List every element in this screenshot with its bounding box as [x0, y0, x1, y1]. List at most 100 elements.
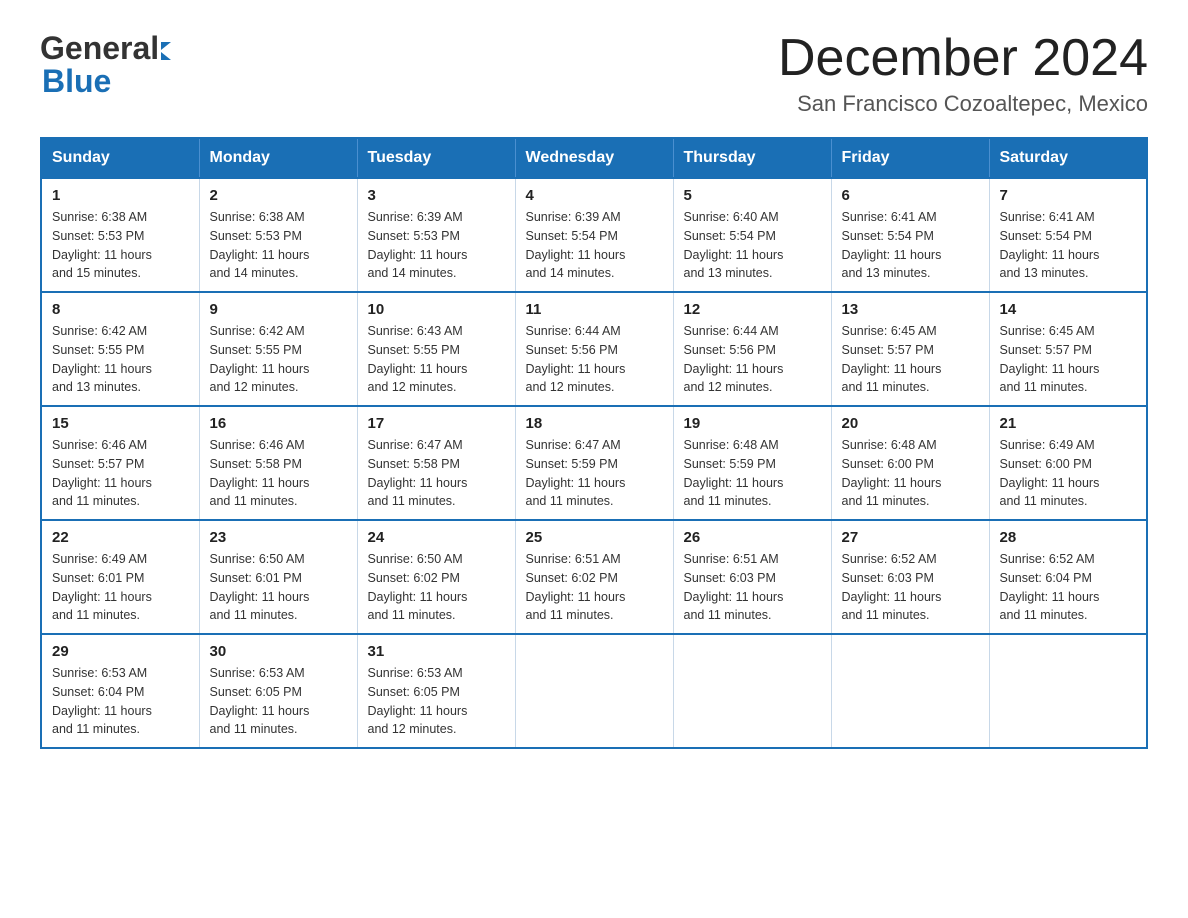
day-info: Sunrise: 6:41 AMSunset: 5:54 PMDaylight:…: [842, 208, 979, 283]
calendar-cell: 21 Sunrise: 6:49 AMSunset: 6:00 PMDayligh…: [989, 406, 1147, 520]
calendar-cell: [989, 634, 1147, 748]
day-number: 14: [1000, 301, 1137, 318]
calendar-cell: 27Sunrise: 6:52 AMSunset: 6:03 PMDayligh…: [831, 520, 989, 634]
calendar-cell: 5 Sunrise: 6:40 AMSunset: 5:54 PMDaylight…: [673, 178, 831, 292]
calendar-cell: 30Sunrise: 6:53 AMSunset: 6:05 PMDayligh…: [199, 634, 357, 748]
day-number: 25: [526, 529, 663, 546]
calendar-cell: 1 Sunrise: 6:38 AMSunset: 5:53 PMDaylight…: [41, 178, 199, 292]
day-info: Sunrise: 6:44 AMSunset: 5:56 PMDaylight:…: [526, 322, 663, 397]
location-title: San Francisco Cozoaltepec, Mexico: [778, 91, 1148, 117]
day-number: 28: [1000, 529, 1137, 546]
calendar-table: SundayMondayTuesdayWednesdayThursdayFrid…: [40, 137, 1148, 749]
day-number: 29: [52, 643, 189, 660]
day-info: Sunrise: 6:48 AMSunset: 6:00 PMDaylight:…: [842, 436, 979, 511]
calendar-cell: 6Sunrise: 6:41 AMSunset: 5:54 PMDaylight…: [831, 178, 989, 292]
day-number: 19: [684, 415, 821, 432]
day-info: Sunrise: 6:53 AMSunset: 6:04 PMDaylight:…: [52, 664, 189, 739]
calendar-week-row: 15 Sunrise: 6:46 AMSunset: 5:57 PMDayligh…: [41, 406, 1147, 520]
calendar-cell: [515, 634, 673, 748]
calendar-cell: 17 Sunrise: 6:47 AMSunset: 5:58 PMDayligh…: [357, 406, 515, 520]
calendar-cell: 18 Sunrise: 6:47 AMSunset: 5:59 PMDayligh…: [515, 406, 673, 520]
day-number: 22: [52, 529, 189, 546]
calendar-cell: 24 Sunrise: 6:50 AMSunset: 6:02 PMDayligh…: [357, 520, 515, 634]
day-info: Sunrise: 6:51 AMSunset: 6:02 PMDaylight:…: [526, 550, 663, 625]
logo: General Blue: [40, 30, 171, 100]
day-number: 5: [684, 187, 821, 204]
calendar-cell: [673, 634, 831, 748]
day-number: 4: [526, 187, 663, 204]
header-thursday: Thursday: [673, 138, 831, 178]
day-number: 9: [210, 301, 347, 318]
day-info: Sunrise: 6:44 AMSunset: 5:56 PMDaylight:…: [684, 322, 821, 397]
calendar-cell: [831, 634, 989, 748]
day-info: Sunrise: 6:50 AMSunset: 6:02 PMDaylight:…: [368, 550, 505, 625]
day-info: Sunrise: 6:43 AMSunset: 5:55 PMDaylight:…: [368, 322, 505, 397]
calendar-cell: 31 Sunrise: 6:53 AMSunset: 6:05 PMDayligh…: [357, 634, 515, 748]
header-wednesday: Wednesday: [515, 138, 673, 178]
calendar-cell: 13 Sunrise: 6:45 AMSunset: 5:57 PMDayligh…: [831, 292, 989, 406]
day-number: 31: [368, 643, 505, 660]
day-info: Sunrise: 6:47 AMSunset: 5:59 PMDaylight:…: [526, 436, 663, 511]
calendar-cell: 25 Sunrise: 6:51 AMSunset: 6:02 PMDayligh…: [515, 520, 673, 634]
day-number: 23: [210, 529, 347, 546]
day-number: 17: [368, 415, 505, 432]
day-number: 10: [368, 301, 505, 318]
day-info: Sunrise: 6:45 AMSunset: 5:57 PMDaylight:…: [842, 322, 979, 397]
day-info: Sunrise: 6:52 AMSunset: 6:04 PMDaylight:…: [1000, 550, 1137, 625]
day-info: Sunrise: 6:45 AMSunset: 5:57 PMDaylight:…: [1000, 322, 1137, 397]
day-info: Sunrise: 6:53 AMSunset: 6:05 PMDaylight:…: [368, 664, 505, 739]
day-info: Sunrise: 6:50 AMSunset: 6:01 PMDaylight:…: [210, 550, 347, 625]
day-info: Sunrise: 6:39 AMSunset: 5:54 PMDaylight:…: [526, 208, 663, 283]
title-section: December 2024 San Francisco Cozoaltepec,…: [778, 30, 1148, 117]
logo-general-text: General: [40, 30, 159, 67]
month-title: December 2024: [778, 30, 1148, 87]
calendar-cell: 19Sunrise: 6:48 AMSunset: 5:59 PMDayligh…: [673, 406, 831, 520]
day-number: 16: [210, 415, 347, 432]
day-info: Sunrise: 6:49 AMSunset: 6:01 PMDaylight:…: [52, 550, 189, 625]
day-number: 30: [210, 643, 347, 660]
header-friday: Friday: [831, 138, 989, 178]
day-info: Sunrise: 6:38 AMSunset: 5:53 PMDaylight:…: [210, 208, 347, 283]
calendar-cell: 20Sunrise: 6:48 AMSunset: 6:00 PMDayligh…: [831, 406, 989, 520]
calendar-cell: 16Sunrise: 6:46 AMSunset: 5:58 PMDayligh…: [199, 406, 357, 520]
calendar-cell: 8Sunrise: 6:42 AMSunset: 5:55 PMDaylight…: [41, 292, 199, 406]
logo-blue-text: Blue: [42, 63, 111, 100]
day-number: 15: [52, 415, 189, 432]
day-number: 27: [842, 529, 979, 546]
calendar-cell: 11 Sunrise: 6:44 AMSunset: 5:56 PMDayligh…: [515, 292, 673, 406]
header-monday: Monday: [199, 138, 357, 178]
day-number: 24: [368, 529, 505, 546]
day-info: Sunrise: 6:49 AMSunset: 6:00 PMDaylight:…: [1000, 436, 1137, 511]
day-info: Sunrise: 6:38 AMSunset: 5:53 PMDaylight:…: [52, 208, 189, 283]
day-info: Sunrise: 6:40 AMSunset: 5:54 PMDaylight:…: [684, 208, 821, 283]
calendar-cell: 7 Sunrise: 6:41 AMSunset: 5:54 PMDaylight…: [989, 178, 1147, 292]
day-info: Sunrise: 6:51 AMSunset: 6:03 PMDaylight:…: [684, 550, 821, 625]
calendar-cell: 12 Sunrise: 6:44 AMSunset: 5:56 PMDayligh…: [673, 292, 831, 406]
calendar-cell: 29 Sunrise: 6:53 AMSunset: 6:04 PMDayligh…: [41, 634, 199, 748]
day-number: 11: [526, 301, 663, 318]
day-info: Sunrise: 6:42 AMSunset: 5:55 PMDaylight:…: [210, 322, 347, 397]
day-number: 3: [368, 187, 505, 204]
day-info: Sunrise: 6:46 AMSunset: 5:57 PMDaylight:…: [52, 436, 189, 511]
day-info: Sunrise: 6:47 AMSunset: 5:58 PMDaylight:…: [368, 436, 505, 511]
day-number: 1: [52, 187, 189, 204]
calendar-cell: 9 Sunrise: 6:42 AMSunset: 5:55 PMDaylight…: [199, 292, 357, 406]
header-sunday: Sunday: [41, 138, 199, 178]
day-number: 26: [684, 529, 821, 546]
day-number: 21: [1000, 415, 1137, 432]
calendar-week-row: 8Sunrise: 6:42 AMSunset: 5:55 PMDaylight…: [41, 292, 1147, 406]
day-number: 13: [842, 301, 979, 318]
day-number: 12: [684, 301, 821, 318]
calendar-cell: 26 Sunrise: 6:51 AMSunset: 6:03 PMDayligh…: [673, 520, 831, 634]
day-number: 7: [1000, 187, 1137, 204]
day-number: 18: [526, 415, 663, 432]
calendar-cell: 3Sunrise: 6:39 AMSunset: 5:53 PMDaylight…: [357, 178, 515, 292]
calendar-week-row: 22 Sunrise: 6:49 AMSunset: 6:01 PMDayligh…: [41, 520, 1147, 634]
calendar-cell: 28 Sunrise: 6:52 AMSunset: 6:04 PMDayligh…: [989, 520, 1147, 634]
day-info: Sunrise: 6:41 AMSunset: 5:54 PMDaylight:…: [1000, 208, 1137, 283]
calendar-week-row: 29 Sunrise: 6:53 AMSunset: 6:04 PMDayligh…: [41, 634, 1147, 748]
calendar-cell: 4 Sunrise: 6:39 AMSunset: 5:54 PMDaylight…: [515, 178, 673, 292]
calendar-cell: 15 Sunrise: 6:46 AMSunset: 5:57 PMDayligh…: [41, 406, 199, 520]
calendar-cell: 2Sunrise: 6:38 AMSunset: 5:53 PMDaylight…: [199, 178, 357, 292]
header-saturday: Saturday: [989, 138, 1147, 178]
